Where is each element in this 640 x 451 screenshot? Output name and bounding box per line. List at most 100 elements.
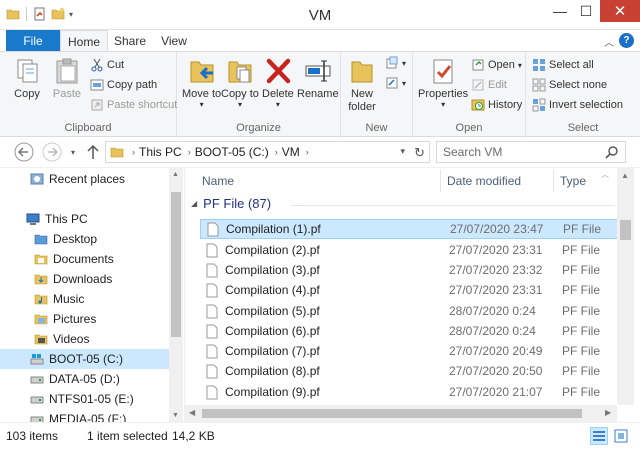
nav-item-this-pc[interactable]: This PC <box>0 209 170 229</box>
minimize-ribbon-icon[interactable]: ︿ <box>604 34 614 49</box>
scrollbar-thumb[interactable] <box>620 220 631 240</box>
organize-group-label: Organize <box>236 122 281 134</box>
paste-shortcut-button[interactable]: Paste shortcut <box>90 97 177 113</box>
refresh-icon[interactable]: ↻ <box>414 145 425 161</box>
table-row[interactable]: Compilation (9).pf 27/07/2020 21:07 PF Fil… <box>200 382 620 402</box>
open-button[interactable]: Open ▾ <box>471 57 522 73</box>
nav-item-boot-drive[interactable]: BOOT-05 (C:) <box>0 349 170 369</box>
breadcrumb-separator[interactable]: › <box>188 147 191 157</box>
scroll-left-icon[interactable]: ◀ <box>189 408 195 417</box>
column-divider[interactable] <box>440 170 441 192</box>
delete-button[interactable]: Delete ▾ <box>262 56 294 109</box>
copy-path-icon <box>90 79 104 91</box>
nav-item-desktop[interactable]: Desktop <box>0 229 170 249</box>
easy-access-button[interactable]: ▾ <box>385 75 406 91</box>
clipboard-group-label: Clipboard <box>64 122 112 134</box>
table-row[interactable]: Compilation (3).pf 27/07/2020 23:32 PF Fil… <box>200 260 620 280</box>
open-group-label: Open <box>455 122 483 134</box>
large-icons-view-button[interactable] <box>612 427 630 445</box>
column-header-name[interactable]: Name <box>202 168 234 194</box>
scrollbar-thumb[interactable] <box>202 409 582 418</box>
select-none-button[interactable]: Select none <box>532 77 607 93</box>
breadcrumb-separator[interactable]: › <box>132 147 135 157</box>
copy-to-button[interactable]: Copy to ▾ <box>221 56 259 109</box>
invert-selection-button[interactable]: Invert selection <box>532 97 623 113</box>
tab-view[interactable]: View <box>154 30 194 52</box>
table-row[interactable]: Compilation (2).pf 27/07/2020 23:31 PF Fil… <box>200 240 620 260</box>
collapse-icon[interactable]: ◢ <box>191 199 197 208</box>
large-icons-view-icon <box>614 429 628 443</box>
nav-item-documents[interactable]: Documents <box>0 249 170 269</box>
nav-pane-scrollbar[interactable]: ▲ ▼ <box>169 168 183 422</box>
ribbon: Copy Paste Cut Copy path Paste shortcut … <box>0 51 640 138</box>
new-folder-button[interactable]: New folder <box>347 56 377 114</box>
properties-button[interactable]: Properties ▾ <box>418 56 468 109</box>
file-list-horizontal-scrollbar[interactable]: ◀ ▶ <box>185 405 617 422</box>
paste-button[interactable]: Paste <box>52 56 82 101</box>
move-to-button[interactable]: Move to ▾ <box>182 56 221 109</box>
breadcrumb-this-pc[interactable]: This PC <box>139 145 182 159</box>
scroll-down-icon[interactable]: ▼ <box>172 412 179 419</box>
recent-locations-button[interactable]: ▾ <box>67 141 79 163</box>
edit-button[interactable]: Edit <box>471 77 507 93</box>
search-input[interactable]: Search VM <box>436 141 626 163</box>
table-row[interactable]: Compilation (7).pf 27/07/2020 20:49 PF Fil… <box>200 341 620 361</box>
scroll-up-icon[interactable]: ▲ <box>621 171 629 180</box>
scrollbar-thumb[interactable] <box>171 192 181 337</box>
back-button[interactable] <box>13 141 35 163</box>
address-dropdown-icon[interactable]: ▾ <box>400 146 405 157</box>
window-title: VM <box>308 7 332 24</box>
up-button[interactable] <box>84 141 102 163</box>
copy-path-button[interactable]: Copy path <box>90 77 157 93</box>
breadcrumb-separator[interactable]: › <box>275 147 278 157</box>
tab-share[interactable]: Share <box>110 30 150 52</box>
table-row[interactable]: Compilation (1).pf 27/07/2020 23:47 PF Fil… <box>200 219 620 239</box>
nav-item-media-drive[interactable]: MEDIA-05 (F:) <box>0 409 170 422</box>
new-item-button[interactable]: ▾ <box>385 55 406 71</box>
copy-button[interactable]: Copy <box>12 56 42 101</box>
nav-item-recent-places[interactable]: Recent places <box>0 169 170 189</box>
minimize-button[interactable]: — <box>547 0 573 22</box>
table-row[interactable]: Compilation (8).pf 27/07/2020 20:50 PF Fil… <box>200 361 620 381</box>
table-row[interactable]: Compilation (4).pf 27/07/2020 23:31 PF Fil… <box>200 280 620 300</box>
breadcrumb-separator[interactable]: › <box>306 147 309 157</box>
table-row[interactable]: Compilation (5).pf 28/07/2020 0:24 PF File <box>200 301 620 321</box>
drive-icon <box>30 396 44 404</box>
breadcrumb-vm[interactable]: VM <box>282 145 300 159</box>
table-row[interactable]: Compilation (6).pf 28/07/2020 0:24 PF File <box>200 321 620 341</box>
tab-home[interactable]: Home <box>60 30 108 52</box>
drive-icon <box>30 376 44 384</box>
move-to-icon <box>190 61 214 83</box>
column-divider[interactable] <box>553 170 554 192</box>
maximize-button[interactable]: ☐ <box>573 0 599 22</box>
rename-icon <box>305 60 331 82</box>
forward-button[interactable] <box>41 141 63 163</box>
nav-item-videos[interactable]: Videos <box>0 329 170 349</box>
nav-item-downloads[interactable]: Downloads <box>0 269 170 289</box>
select-all-icon <box>533 59 545 71</box>
group-header[interactable]: ◢ PF File (87) <box>191 196 271 211</box>
column-header-date[interactable]: Date modified <box>447 168 521 194</box>
scroll-up-icon[interactable]: ▲ <box>172 171 179 178</box>
cut-button[interactable]: Cut <box>90 57 124 73</box>
nav-item-data-drive[interactable]: DATA-05 (D:) <box>0 369 170 389</box>
address-bar[interactable]: › This PC › BOOT-05 (C:) › VM › ▾ ↻ <box>105 141 430 163</box>
breadcrumb-boot-drive[interactable]: BOOT-05 (C:) <box>195 145 269 159</box>
forward-arrow-icon <box>42 142 62 162</box>
details-view-button[interactable] <box>590 427 608 445</box>
file-list-vertical-scrollbar[interactable]: ▲ <box>617 168 634 405</box>
select-all-button[interactable]: Select all <box>532 57 594 73</box>
help-icon[interactable]: ? <box>619 33 634 48</box>
select-group: Select all Select none Invert selection … <box>526 52 640 138</box>
rename-button[interactable]: Rename <box>297 56 339 101</box>
close-button[interactable]: ✕ <box>600 0 640 22</box>
nav-item-pictures[interactable]: Pictures <box>0 309 170 329</box>
history-button[interactable]: History <box>471 97 522 113</box>
nav-item-music[interactable]: Music <box>0 289 170 309</box>
tab-file[interactable]: File <box>6 30 60 52</box>
edit-icon <box>472 79 484 91</box>
nav-item-ntfs-drive[interactable]: NTFS01-05 (E:) <box>0 389 170 409</box>
column-header-type[interactable]: Type <box>560 168 586 194</box>
selection-size: 14,2 KB <box>172 429 215 443</box>
scroll-right-icon[interactable]: ▶ <box>605 408 611 417</box>
